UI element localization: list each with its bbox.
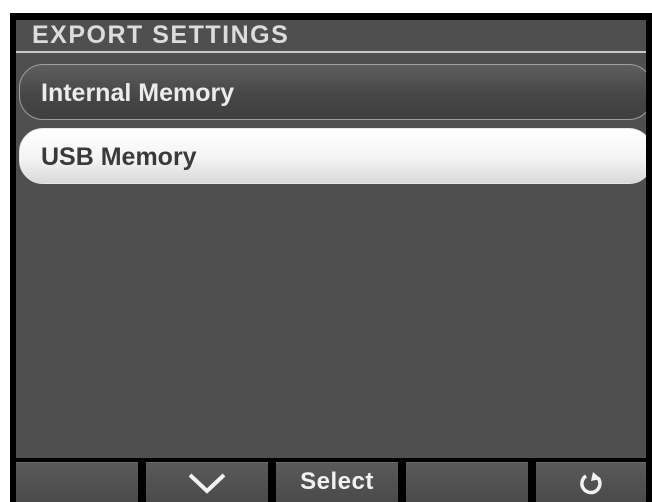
menu-item-usb-memory[interactable]: USB Memory — [19, 128, 646, 184]
softkey-bar: Select — [16, 458, 646, 502]
title-bar: EXPORT SETTINGS — [16, 20, 646, 53]
title-divider — [16, 51, 646, 53]
page-title: EXPORT SETTINGS — [32, 21, 290, 49]
back-arrow-icon — [580, 471, 602, 494]
softkey-down[interactable] — [146, 462, 268, 502]
menu-item-label: USB Memory — [41, 143, 197, 171]
chevron-down-icon — [188, 473, 226, 494]
softkey-1[interactable] — [16, 462, 138, 502]
softkey-back[interactable] — [536, 462, 646, 502]
select-button-label: Select — [300, 468, 374, 495]
menu-item-label: Internal Memory — [41, 79, 235, 107]
device-screen: EXPORT SETTINGS Internal Memory USB Memo… — [10, 13, 652, 502]
softkey-select[interactable]: Select — [276, 462, 398, 502]
softkey-4[interactable] — [406, 462, 528, 502]
menu-item-internal-memory[interactable]: Internal Memory — [19, 64, 646, 120]
screen-content: EXPORT SETTINGS Internal Memory USB Memo… — [16, 20, 646, 502]
